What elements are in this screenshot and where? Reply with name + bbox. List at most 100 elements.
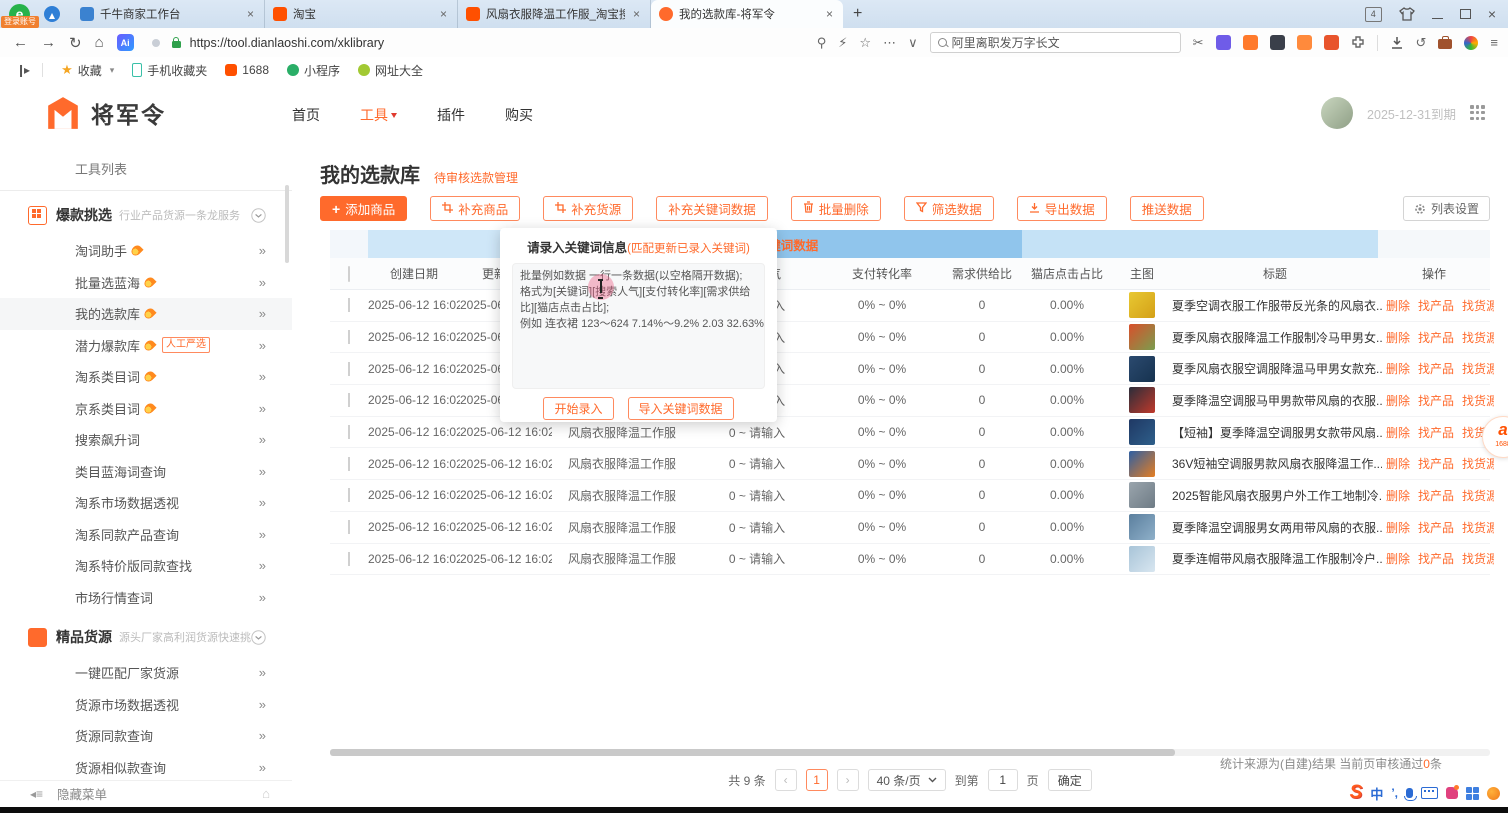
- product-thumbnail[interactable]: [1129, 292, 1155, 318]
- bookmark-star-icon[interactable]: ☆: [859, 35, 871, 51]
- action-link-删除[interactable]: 删除: [1386, 362, 1410, 376]
- extension-icon-red[interactable]: [1324, 35, 1339, 50]
- reload-icon[interactable]: ↻: [69, 34, 82, 52]
- toolbar-button-推送数据[interactable]: 推送数据: [1130, 196, 1204, 221]
- action-link-找产品[interactable]: 找产品: [1418, 457, 1454, 471]
- pending-review-link[interactable]: 待审核选款管理: [434, 169, 518, 186]
- emoji-icon[interactable]: [1487, 787, 1500, 800]
- bookmark-favorites[interactable]: ★ 收藏 ▾: [61, 62, 114, 79]
- cell-title[interactable]: 夏季空调衣服工作服带反光条的风扇衣...: [1172, 297, 1382, 314]
- hide-menu-bar[interactable]: ◂≡ 隐藏菜单 ⌂: [0, 780, 292, 806]
- product-thumbnail[interactable]: [1129, 356, 1155, 382]
- product-thumbnail[interactable]: [1129, 324, 1155, 350]
- nav-tools[interactable]: 工具: [360, 105, 397, 125]
- row-checkbox[interactable]: [348, 362, 350, 376]
- action-link-找产品[interactable]: 找产品: [1418, 426, 1454, 440]
- home-small-icon[interactable]: ⌂: [262, 786, 270, 801]
- address-bar-url[interactable]: https://tool.dianlaoshi.com/xklibrary: [190, 36, 385, 50]
- ime-toolbox-icon[interactable]: [1466, 787, 1479, 800]
- action-link-删除[interactable]: 删除: [1386, 552, 1410, 566]
- extension-count-badge[interactable]: 4: [1365, 7, 1382, 22]
- sidebar-item-货源同款查询[interactable]: 货源同款查询»: [0, 720, 292, 752]
- action-link-找货源[interactable]: 找货源: [1462, 331, 1494, 345]
- sidebar-section-supply[interactable]: 精品货源 源头厂家高利润货源快速挑选: [0, 613, 292, 657]
- action-link-找产品[interactable]: 找产品: [1418, 331, 1454, 345]
- action-link-删除[interactable]: 删除: [1386, 331, 1410, 345]
- tab-close-icon[interactable]: ×: [824, 7, 835, 21]
- prev-page-button[interactable]: ‹: [775, 769, 797, 791]
- side-panel-icon[interactable]: ❙▸: [16, 63, 28, 77]
- home-icon[interactable]: ⌂: [95, 34, 104, 51]
- keyword-textarea[interactable]: 批量例如数据 一行一条数据(以空格隔开数据); 格式为[关键词][搜索人气][支…: [512, 263, 765, 389]
- product-thumbnail[interactable]: [1129, 419, 1155, 445]
- product-thumbnail[interactable]: [1129, 482, 1155, 508]
- action-link-找货源[interactable]: 找货源: [1462, 489, 1494, 503]
- extension-icon-fox[interactable]: [1243, 35, 1258, 50]
- row-checkbox[interactable]: [348, 425, 350, 439]
- bookmark-1688[interactable]: 1688: [225, 63, 269, 77]
- row-checkbox[interactable]: [348, 298, 350, 312]
- sogou-logo-icon[interactable]: S: [1350, 782, 1363, 804]
- briefcase-icon[interactable]: [1438, 39, 1452, 49]
- cell-title[interactable]: 夏季连帽带风扇衣服降温工作服制冷户...: [1172, 550, 1382, 567]
- sidebar-item-类目蓝海词查询[interactable]: 类目蓝海词查询»: [0, 456, 292, 488]
- minimize-button[interactable]: [1432, 18, 1443, 19]
- sidebar-item-一键匹配厂家货源[interactable]: 一键匹配厂家货源»: [0, 657, 292, 689]
- profile-circle-icon[interactable]: [1464, 36, 1478, 50]
- action-link-找货源[interactable]: 找货源: [1462, 394, 1494, 408]
- cell-title[interactable]: 夏季风扇衣服空调服降温马甲男女款充...: [1172, 360, 1382, 377]
- sidebar-item-货源市场数据透视[interactable]: 货源市场数据透视»: [0, 689, 292, 721]
- sidebar-scrollbar[interactable]: [285, 185, 289, 263]
- https-lock-icon[interactable]: [172, 41, 181, 48]
- product-thumbnail[interactable]: [1129, 387, 1155, 413]
- action-link-删除[interactable]: 删除: [1386, 394, 1410, 408]
- toolbar-button-批量删除[interactable]: 批量删除: [791, 196, 881, 221]
- chevron-circle-icon[interactable]: [251, 208, 266, 223]
- sidebar-item-批量选蓝海[interactable]: 批量选蓝海»: [0, 267, 292, 299]
- cell-title[interactable]: 夏季降温空调服男女两用带风扇的衣服...: [1172, 519, 1382, 536]
- password-key-icon[interactable]: ⚲: [817, 35, 827, 51]
- tshirt-icon[interactable]: [1399, 7, 1415, 21]
- cell-title[interactable]: 夏季降温空调服马甲男款带风扇的衣服...: [1172, 392, 1382, 409]
- nav-buy[interactable]: 购买: [505, 105, 533, 125]
- sidebar-item-货源相似款查询[interactable]: 货源相似款查询»: [0, 752, 292, 784]
- toolbar-button-补充关键词数据[interactable]: 补充关键词数据: [656, 196, 768, 221]
- action-link-删除[interactable]: 删除: [1386, 299, 1410, 313]
- cell-title[interactable]: 【短袖】夏季降温空调服男女款带风扇...: [1172, 424, 1382, 441]
- row-checkbox[interactable]: [348, 552, 350, 566]
- bookmark-phone-folder[interactable]: 手机收藏夹: [132, 62, 207, 79]
- sidebar-item-潜力爆款库[interactable]: 潜力爆款库人工严选»: [0, 330, 292, 362]
- sidebar-item-京系类目词[interactable]: 京系类目词»: [0, 393, 292, 425]
- cell-title[interactable]: 夏季风扇衣服降温工作服制冷马甲男女...: [1172, 329, 1382, 346]
- tab-close-icon[interactable]: ×: [631, 7, 642, 21]
- action-link-删除[interactable]: 删除: [1386, 457, 1410, 471]
- row-checkbox[interactable]: [348, 330, 350, 344]
- toolbar-button-导出数据[interactable]: 导出数据: [1017, 196, 1107, 221]
- extension-icon-orange[interactable]: [1297, 35, 1312, 50]
- action-link-删除[interactable]: 删除: [1386, 426, 1410, 440]
- scissors-extension-icon[interactable]: ✂: [1193, 35, 1204, 51]
- page-size-select[interactable]: 40 条/页: [868, 769, 946, 791]
- confirm-button[interactable]: 确定: [1048, 769, 1092, 791]
- nav-home[interactable]: 首页: [292, 105, 320, 125]
- bookmark-miniprogram[interactable]: 小程序: [287, 62, 340, 79]
- avatar[interactable]: [1321, 97, 1353, 129]
- compass-icon[interactable]: [44, 6, 60, 22]
- download-manager-icon[interactable]: [1390, 36, 1404, 50]
- product-thumbnail[interactable]: [1129, 546, 1155, 572]
- sidebar-item-淘系类目词[interactable]: 淘系类目词»: [0, 361, 292, 393]
- ime-lang-toggle[interactable]: 中: [1370, 784, 1383, 803]
- tab-xklibrary-active[interactable]: 我的选款库-将军令 ×: [651, 0, 843, 28]
- action-link-找货源[interactable]: 找货源: [1462, 362, 1494, 376]
- action-link-删除[interactable]: 删除: [1386, 521, 1410, 535]
- tab-qianniu[interactable]: 千牛商家工作台 ×: [72, 0, 265, 28]
- action-link-删除[interactable]: 删除: [1386, 489, 1410, 503]
- sidebar-item-淘系特价版同款查找[interactable]: 淘系特价版同款查找»: [0, 550, 292, 582]
- row-checkbox[interactable]: [348, 457, 350, 471]
- tab-taobao-search[interactable]: 风扇衣服降温工作服_淘宝搜索 ×: [458, 0, 651, 28]
- nav-plugins[interactable]: 插件: [437, 105, 465, 125]
- close-window-button[interactable]: ×: [1488, 6, 1496, 22]
- action-link-找产品[interactable]: 找产品: [1418, 299, 1454, 313]
- chevron-down-icon[interactable]: ∨: [908, 35, 918, 51]
- brand[interactable]: 将军令: [45, 96, 166, 130]
